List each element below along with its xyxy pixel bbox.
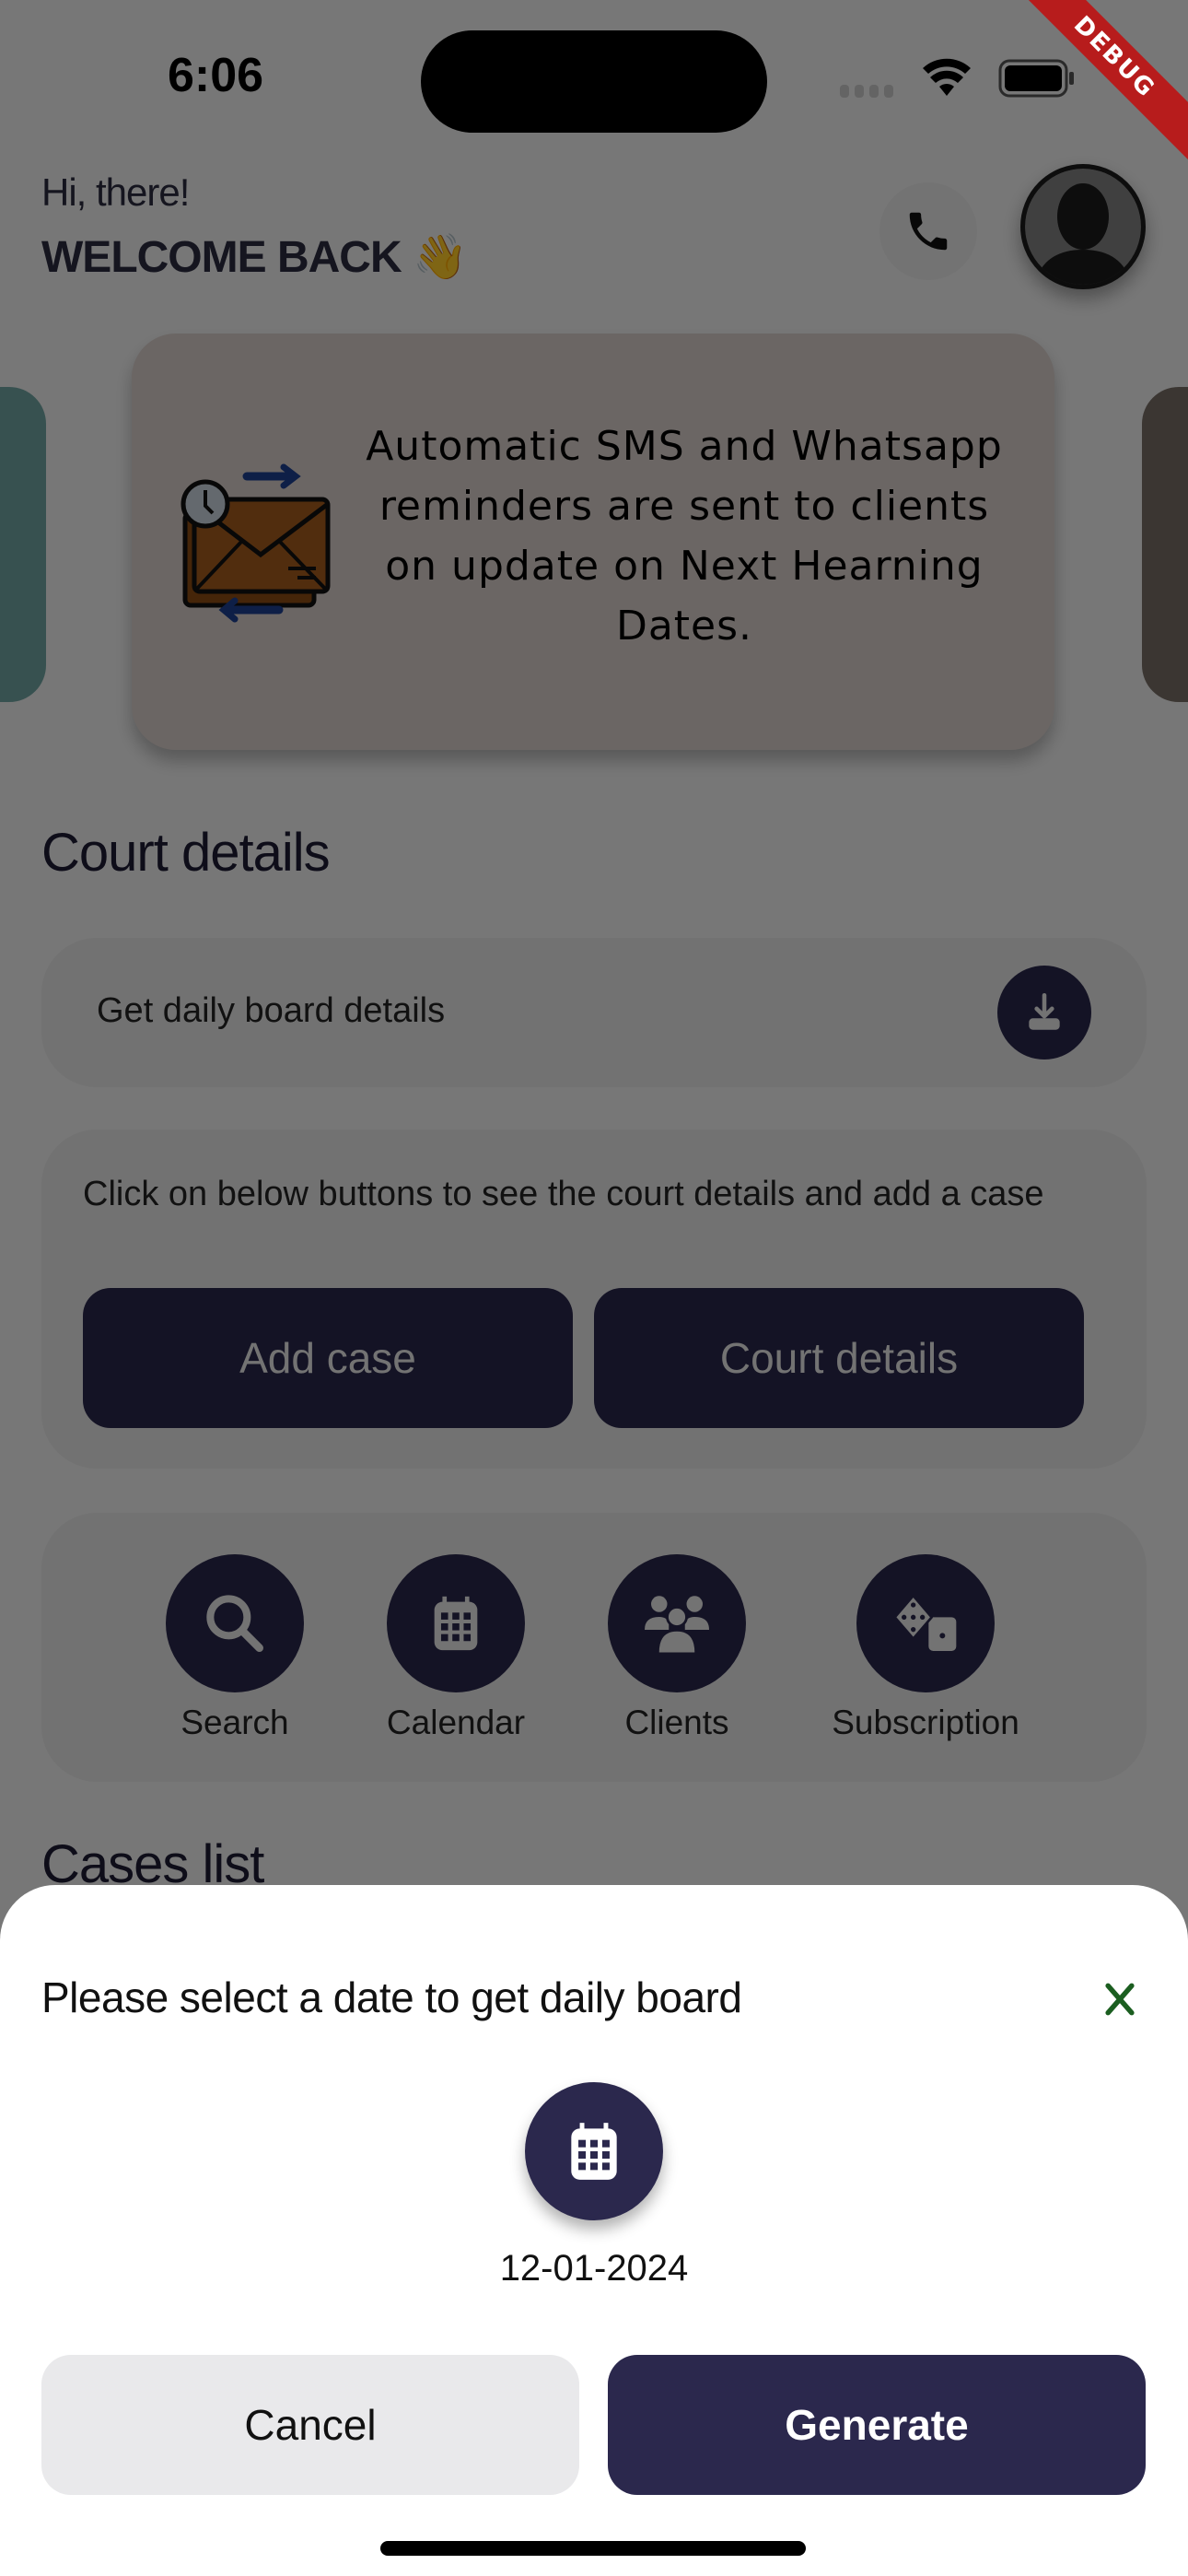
generate-button[interactable]: Generate [608,2355,1146,2495]
cancel-button[interactable]: Cancel [41,2355,579,2495]
home-indicator[interactable] [380,2541,806,2556]
selected-date: 12-01-2024 [499,2248,689,2289]
calendar-icon [571,2123,617,2180]
close-icon [1105,1983,1135,2016]
daily-board-date-sheet: Please select a date to get daily board … [0,1885,1188,2576]
close-sheet-button[interactable] [1094,1973,1146,2025]
sheet-title: Please select a date to get daily board [41,1973,742,2021]
pick-date-button[interactable] [525,2082,663,2220]
